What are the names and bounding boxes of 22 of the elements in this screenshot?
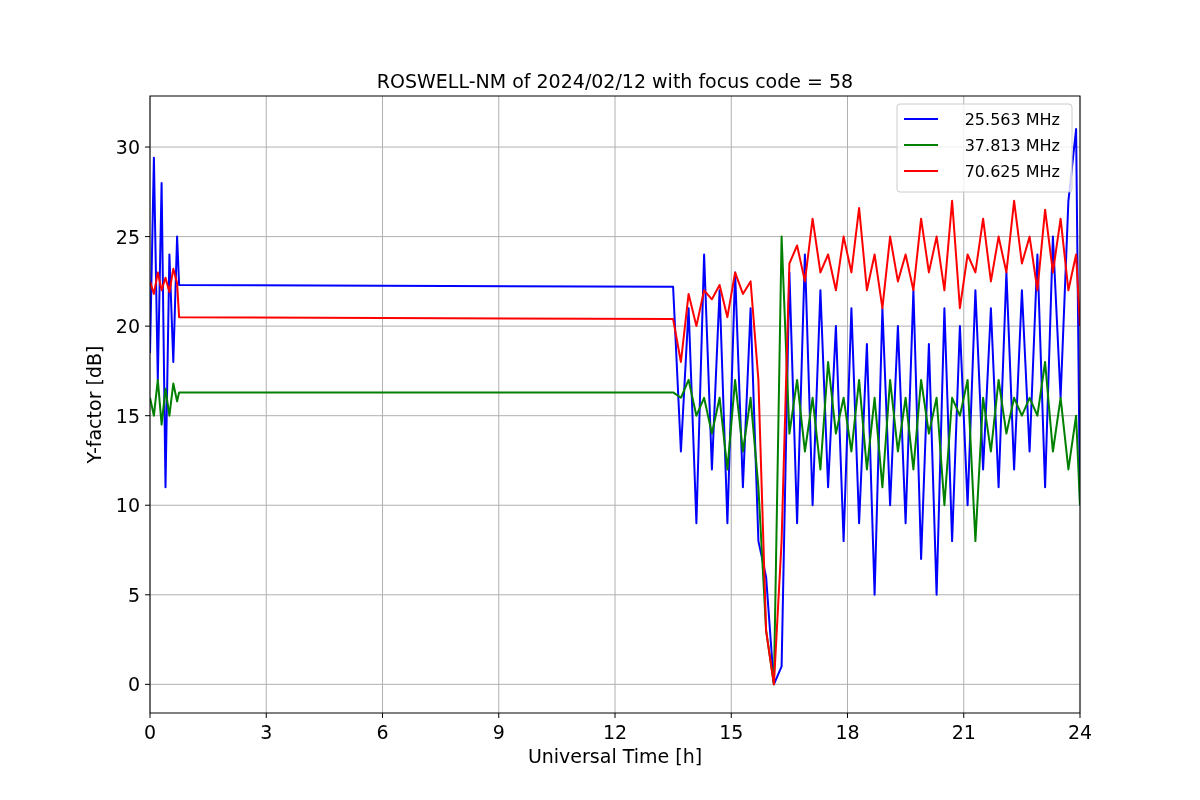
- x-tick-label: 12: [602, 721, 628, 743]
- y-axis-label: Y-factor [dB]: [83, 345, 105, 464]
- x-tick-label: 6: [376, 721, 389, 743]
- x-tick-label: 15: [719, 721, 744, 743]
- legend-label: 70.625 MHz: [964, 162, 1060, 181]
- legend-label: 37.813 MHz: [964, 136, 1060, 155]
- x-tick-label: 9: [492, 721, 505, 743]
- x-tick-label: 3: [260, 721, 273, 743]
- y-tick-label: 25: [115, 225, 140, 248]
- y-tick-label: 20: [115, 315, 140, 338]
- x-tick-label: 24: [1067, 721, 1093, 743]
- chart-title: ROSWELL-NM of 2024/02/12 with focus code = 58: [376, 70, 854, 92]
- y-tick-label: 10: [115, 494, 140, 517]
- x-tick-label: 0: [143, 721, 157, 743]
- x-tick-label: 21: [951, 721, 976, 743]
- y-tick-label: 0: [127, 673, 140, 696]
- legend-label: 25.563 MHz: [964, 110, 1060, 129]
- x-axis-label: Universal Time [h]: [527, 745, 703, 767]
- y-tick-label: 5: [127, 583, 140, 606]
- x-tick-label: 18: [835, 721, 860, 743]
- y-tick-label: 15: [115, 404, 140, 427]
- y-tick-label: 30: [115, 136, 140, 159]
